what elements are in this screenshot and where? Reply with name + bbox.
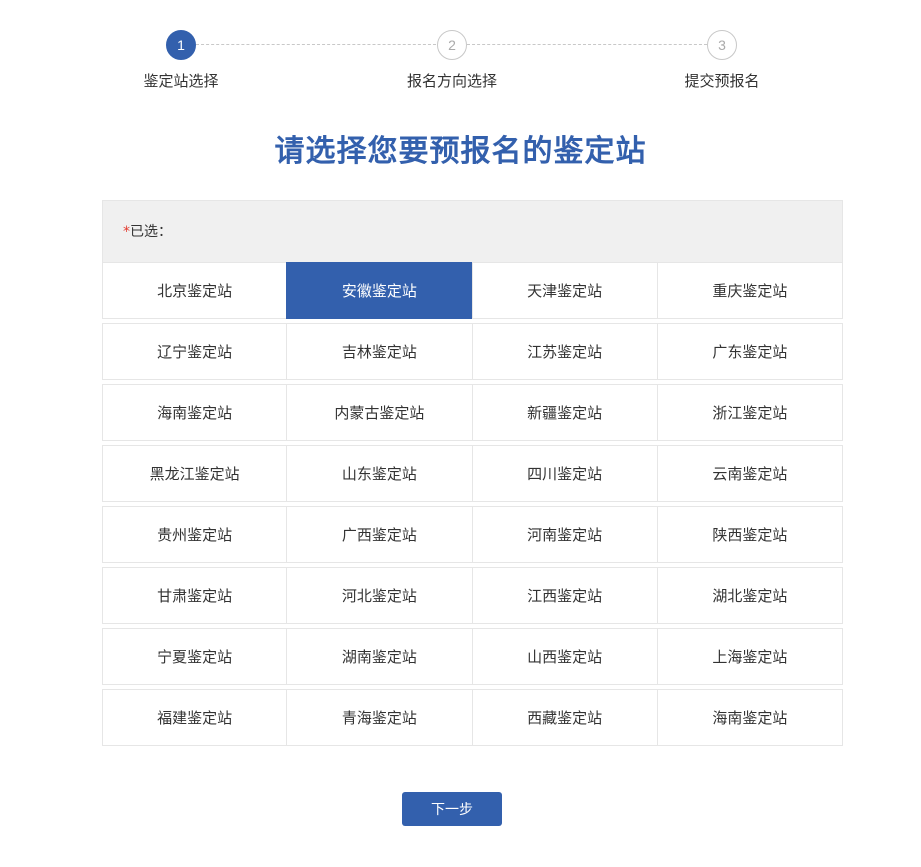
station-option[interactable]: 山东鉴定站 [286,445,473,502]
page-title: 请选择您要预报名的鉴定站 [274,134,647,169]
station-option[interactable]: 山西鉴定站 [471,628,658,685]
station-option[interactable]: 四川鉴定站 [471,445,658,502]
station-option[interactable]: 福建鉴定站 [102,689,288,746]
step-connector [467,44,707,45]
station-option[interactable]: 海南鉴定站 [102,384,288,441]
station-option[interactable]: 河北鉴定站 [286,567,473,624]
step-1-label: 鉴定站选择 [143,72,219,90]
step-connector [196,44,436,45]
station-option[interactable]: 云南鉴定站 [656,445,843,502]
station-selection-panel: *已选： 北京鉴定站 安徽鉴定站 天津鉴定站 重庆鉴定站辽宁鉴定站 吉林鉴定站 江苏鉴定站… [102,200,843,746]
station-option[interactable]: 北京鉴定站 [102,262,288,319]
station-option[interactable]: 吉林鉴定站 [286,323,473,380]
station-option[interactable]: 内蒙古鉴定站 [286,384,473,441]
selected-summary: *已选： [102,200,843,262]
station-option[interactable]: 新疆鉴定站 [471,384,658,441]
station-option[interactable]: 广东鉴定站 [656,323,843,380]
station-option[interactable]: 黑龙江鉴定站 [102,445,288,502]
station-option[interactable]: 重庆鉴定站 [656,262,843,319]
selected-label: 已选： [130,224,172,240]
step-2-label: 报名方向选择 [406,72,497,90]
station-option[interactable]: 湖南鉴定站 [286,628,473,685]
station-option[interactable]: 辽宁鉴定站 [102,323,288,380]
step-3-indicator: 3 [707,30,737,60]
progress-stepper: 1 2 3 鉴定站选择 报名方向选择 提交预报名 [0,0,921,110]
station-option[interactable]: 西藏鉴定站 [471,689,658,746]
station-option[interactable]: 上海鉴定站 [656,628,843,685]
station-option[interactable]: 贵州鉴定站 [102,506,288,563]
step-1-indicator: 1 [166,30,196,60]
station-option[interactable]: 天津鉴定站 [471,262,658,319]
station-option[interactable]: 甘肃鉴定站 [102,567,288,624]
step-3-label: 提交预报名 [684,72,760,90]
station-option[interactable]: 安徽鉴定站 [286,262,473,319]
next-step-button[interactable]: 下一步 [402,792,502,826]
station-option[interactable]: 江苏鉴定站 [471,323,658,380]
station-option[interactable]: 湖北鉴定站 [656,567,843,624]
station-option[interactable]: 江西鉴定站 [471,567,658,624]
required-mark: * [123,224,130,240]
station-option[interactable]: 青海鉴定站 [286,689,473,746]
station-option[interactable]: 广西鉴定站 [286,506,473,563]
station-option[interactable]: 宁夏鉴定站 [102,628,288,685]
station-option[interactable]: 陕西鉴定站 [656,506,843,563]
station-option[interactable]: 浙江鉴定站 [656,384,843,441]
station-grid: 北京鉴定站 安徽鉴定站 天津鉴定站 重庆鉴定站辽宁鉴定站 吉林鉴定站 江苏鉴定站 广东鉴定站… [102,262,843,746]
step-2-indicator: 2 [437,30,467,60]
station-option[interactable]: 海南鉴定站 [656,689,843,746]
station-option[interactable]: 河南鉴定站 [471,506,658,563]
